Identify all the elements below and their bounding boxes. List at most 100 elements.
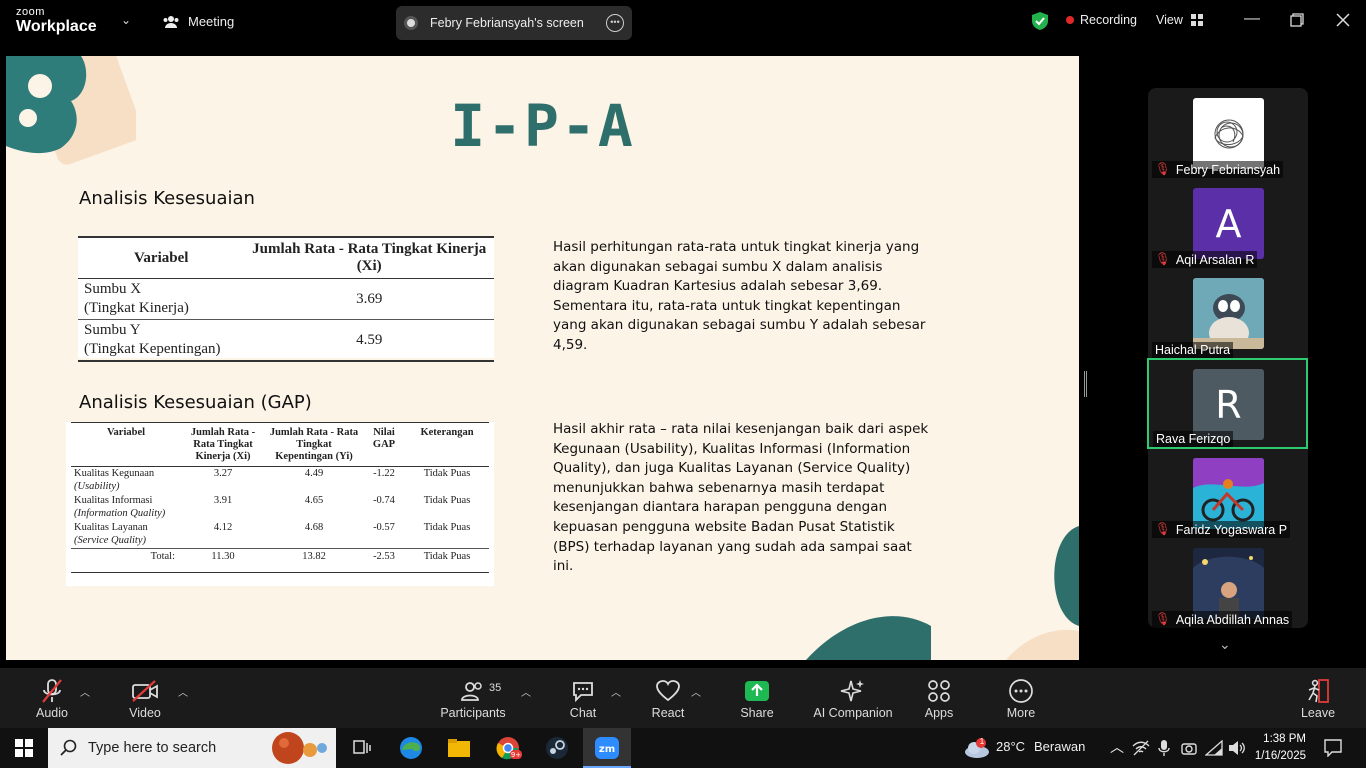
view-button[interactable]: View xyxy=(1156,13,1203,27)
table-row: Sumbu X (Tingkat Kinerja) 3.69 xyxy=(78,278,494,320)
participant-name-text: Febry Febriansyah xyxy=(1175,162,1281,177)
meeting-menu[interactable]: Meeting xyxy=(162,14,234,29)
meeting-label: Meeting xyxy=(188,14,235,29)
cell-xi: 3.27 xyxy=(213,468,233,479)
chrome-icon[interactable]: 9+ xyxy=(496,736,522,760)
system-clock[interactable]: 1:38 PM 1/16/2025 xyxy=(1254,731,1306,765)
react-button[interactable]: React xyxy=(650,678,686,720)
participants-icon xyxy=(461,682,482,701)
weather-temp[interactable]: 28°C xyxy=(996,739,1025,754)
audio-button[interactable]: Audio xyxy=(30,678,74,720)
recording-label: Recording xyxy=(1080,13,1137,27)
leave-label: Leave xyxy=(1300,706,1336,720)
table-header: Jumlah Rata - Rata Tingkat Kinerja (Xi) xyxy=(244,236,494,279)
chat-options-caret-icon[interactable]: ︿ xyxy=(611,684,621,699)
cell-yi: 13.82 xyxy=(265,548,363,573)
apps-button[interactable]: Apps xyxy=(922,678,956,720)
task-view-icon[interactable] xyxy=(349,736,375,760)
screen-share-pill[interactable]: Febry Febriansyah's screen ••• xyxy=(396,6,632,40)
apps-label: Apps xyxy=(924,706,954,720)
participant-name: Rava Ferizqo xyxy=(1153,431,1234,447)
participant-tile[interactable]: A 🎙︎ Aqil Arsalan R xyxy=(1148,178,1308,268)
table-row: Sumbu Y (Tingkat Kepentingan) 4.59 xyxy=(78,319,494,362)
zoom-taskbar-button[interactable]: zm xyxy=(583,728,631,768)
network-disabled-icon[interactable] xyxy=(1132,740,1150,756)
leave-button[interactable]: Leave xyxy=(1300,678,1336,720)
share-title: Febry Febriansyah's screen xyxy=(430,16,584,30)
shared-slide: I-P-A Analisis Kesesuaian Variabel Jumla… xyxy=(6,56,1079,660)
record-dot-icon xyxy=(1066,16,1074,24)
cell-variable: Sumbu X xyxy=(84,281,142,297)
brand-workplace-text: Workplace xyxy=(16,18,97,35)
participant-tile[interactable]: 🎙︎ Aqila Abdillah Annas xyxy=(1148,538,1308,628)
ai-companion-button[interactable]: AI Companion xyxy=(812,678,894,720)
shield-check-icon[interactable] xyxy=(1031,11,1049,31)
file-explorer-icon[interactable] xyxy=(446,736,472,760)
sparkle-icon xyxy=(840,680,864,702)
steam-icon[interactable] xyxy=(544,736,570,760)
chat-icon xyxy=(573,682,593,703)
people-icon xyxy=(163,15,179,28)
participants-options-caret-icon[interactable]: ︿ xyxy=(521,684,531,699)
volume-icon[interactable] xyxy=(1228,740,1246,756)
chat-button[interactable]: Chat xyxy=(566,678,600,720)
table-row: Kualitas Layanan (Service Quality) 4.12 4… xyxy=(71,521,489,549)
participant-name: 🎙︎ Febry Febriansyah xyxy=(1152,161,1284,178)
table-header: Nilai GAP xyxy=(363,422,405,467)
cell-xi: 11.30 xyxy=(181,548,265,573)
participant-name-text: Aqil Arsalan R xyxy=(1175,252,1255,267)
chevron-down-icon[interactable]: ⌄ xyxy=(121,13,131,27)
mic-muted-icon xyxy=(42,679,62,703)
cell-gap: -0.57 xyxy=(373,522,395,533)
react-options-caret-icon[interactable]: ︿ xyxy=(691,684,701,699)
video-button[interactable]: Video xyxy=(124,678,166,720)
video-options-caret-icon[interactable]: ︿ xyxy=(178,684,188,699)
cell-xi: 3.91 xyxy=(213,495,233,506)
cell-keterangan: Tidak Puas xyxy=(423,468,471,479)
cell-value: 4.59 xyxy=(244,319,494,362)
participant-tile[interactable]: 🎙︎ Febry Febriansyah xyxy=(1148,88,1308,178)
taskbar-search-box[interactable]: Type here to search xyxy=(48,728,336,768)
notifications-icon[interactable] xyxy=(1324,739,1342,757)
microphone-icon[interactable] xyxy=(1158,739,1170,757)
participant-tile[interactable]: 🎙︎ Faridz Yogaswara P xyxy=(1148,448,1308,538)
zoom-app-icon: zm xyxy=(595,737,619,759)
participant-tile-active[interactable]: R Rava Ferizqo xyxy=(1147,358,1308,449)
avatar-letter: A xyxy=(1215,201,1242,246)
table-header: Variabel xyxy=(78,236,245,279)
table-row: Kualitas Informasi (Information Quality) … xyxy=(71,494,489,521)
participant-tile[interactable]: Haichal Putra xyxy=(1148,268,1308,358)
splitter-handle[interactable] xyxy=(1084,371,1087,397)
clock-date: 1/16/2025 xyxy=(1254,750,1306,762)
weather-desc[interactable]: Berawan xyxy=(1034,739,1085,754)
edge-browser-icon[interactable] xyxy=(398,736,424,760)
grid-view-icon xyxy=(1190,14,1203,26)
camera-icon[interactable] xyxy=(1181,740,1197,756)
windows-taskbar: Type here to search 9+ zm 1 28°C Berawan… xyxy=(0,728,1366,768)
windows-start-icon[interactable] xyxy=(15,739,33,757)
clock-time: 1:38 PM xyxy=(1263,733,1306,745)
wifi-icon[interactable] xyxy=(1205,740,1223,756)
weather-cloud-icon[interactable] xyxy=(962,737,992,759)
mic-muted-icon: 🎙︎ xyxy=(1155,162,1171,176)
cell-variable-sub: (Tingkat Kinerja) xyxy=(84,300,189,316)
share-button[interactable]: Share xyxy=(740,678,774,720)
table-gap: Variabel Jumlah Rata - Rata Tingkat Kine… xyxy=(66,422,494,586)
chevron-up-icon[interactable]: ︿ xyxy=(1110,737,1124,757)
audio-options-caret-icon[interactable]: ︿ xyxy=(80,684,90,699)
participant-name-text: Haichal Putra xyxy=(1155,343,1231,357)
minimize-icon[interactable]: — xyxy=(1244,10,1260,28)
restore-icon[interactable] xyxy=(1290,13,1304,27)
cell-yi: 4.65 xyxy=(304,495,324,506)
more-options-icon[interactable]: ••• xyxy=(606,14,624,32)
table-kinerja: Variabel Jumlah Rata - Rata Tingkat Kine… xyxy=(78,236,494,362)
avatar xyxy=(1193,278,1264,349)
scroll-down-chevron-icon[interactable]: ⌄ xyxy=(1219,636,1231,653)
section-heading-gap: Analisis Kesesuaian (GAP) xyxy=(79,392,312,413)
recording-indicator[interactable]: Recording xyxy=(1066,13,1137,27)
close-icon[interactable] xyxy=(1336,13,1350,27)
participant-name-text: Faridz Yogaswara P xyxy=(1175,522,1288,537)
cell-variable: Kualitas Informasi xyxy=(74,495,153,506)
cell-gap: -0.74 xyxy=(373,495,395,506)
more-button[interactable]: More xyxy=(1004,678,1038,720)
